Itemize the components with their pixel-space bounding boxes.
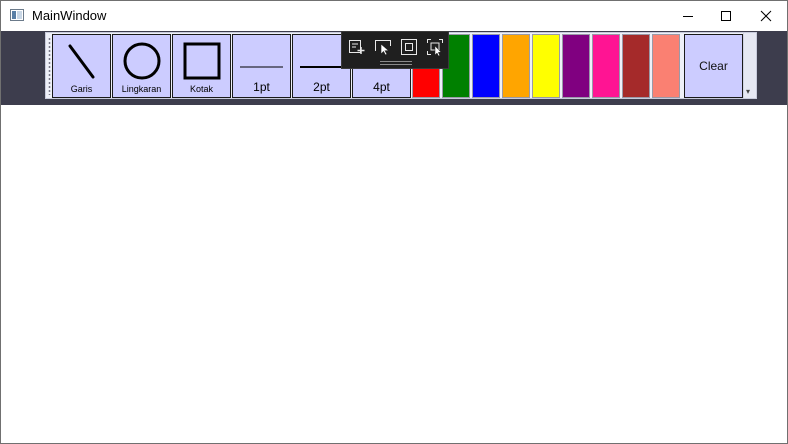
display-layout-adorners-button[interactable]	[400, 38, 418, 56]
minimize-icon	[683, 16, 693, 17]
color-swatch-yellow[interactable]	[532, 34, 560, 98]
tool-kotak-button[interactable]: Kotak	[172, 34, 231, 98]
close-icon	[760, 10, 772, 22]
main-window: MainWindow Garis Lingkaran Kotak 1pt 2pt…	[0, 0, 788, 444]
tool-lingkaran-label: Lingkaran	[121, 84, 162, 94]
select-element-button[interactable]	[374, 38, 392, 56]
toolbar-overflow-button[interactable]: ▾	[743, 33, 756, 98]
tool-kotak-label: Kotak	[189, 84, 213, 94]
live-visual-tree-button[interactable]	[348, 38, 366, 56]
thickness-4pt-label: 4pt	[373, 80, 390, 94]
title-bar[interactable]: MainWindow	[1, 1, 787, 31]
display-layout-adorners-icon	[401, 39, 417, 55]
tool-garis-label: Garis	[70, 84, 93, 94]
app-window-icon	[10, 9, 24, 21]
window-title: MainWindow	[32, 8, 107, 23]
thickness-1pt-label: 1pt	[253, 80, 270, 94]
select-element-icon	[375, 40, 391, 56]
color-swatch-orange[interactable]	[502, 34, 530, 98]
live-visual-tree-icon	[349, 40, 365, 54]
thickness-1pt-button[interactable]: 1pt	[232, 34, 291, 98]
color-swatch-brown[interactable]	[622, 34, 650, 98]
debug-overlay-toolbar	[341, 31, 449, 69]
color-swatch-salmon[interactable]	[652, 34, 680, 98]
color-swatch-purple[interactable]	[562, 34, 590, 98]
drawing-canvas[interactable]	[1, 105, 787, 443]
color-swatch-deep-pink[interactable]	[592, 34, 620, 98]
tool-lingkaran-button[interactable]: Lingkaran	[112, 34, 171, 98]
close-button[interactable]	[743, 1, 787, 31]
chevron-down-icon: ▾	[746, 87, 751, 96]
track-focused-element-button[interactable]	[426, 38, 444, 57]
thickness-2pt-label: 2pt	[313, 80, 330, 94]
color-swatch-blue[interactable]	[472, 34, 500, 98]
maximize-icon	[721, 11, 731, 21]
toolbar-grip-handle[interactable]	[48, 37, 51, 95]
clear-button[interactable]: Clear	[684, 34, 743, 98]
track-focused-element-icon	[427, 39, 443, 57]
debug-toolbar-collapse-handle[interactable]	[380, 61, 412, 65]
tool-garis-button[interactable]: Garis	[52, 34, 111, 98]
